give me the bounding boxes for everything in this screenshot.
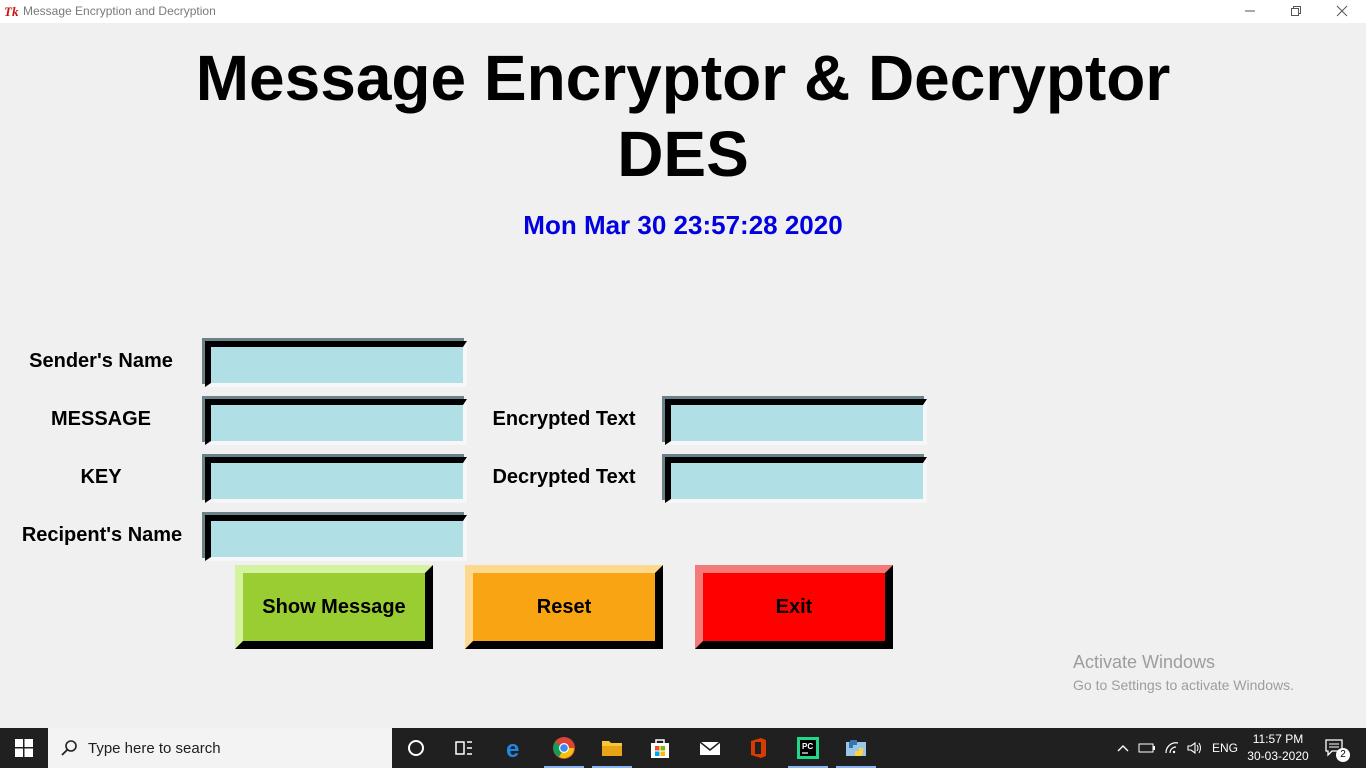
notification-center-button[interactable]: 2 — [1318, 728, 1366, 768]
volume-icon[interactable] — [1186, 741, 1204, 755]
cortana-button[interactable] — [392, 728, 440, 768]
show-message-button[interactable]: Show Message — [235, 565, 433, 649]
chevron-up-icon[interactable] — [1116, 743, 1130, 753]
office-button[interactable] — [734, 728, 782, 768]
tk-feather-icon: Tk — [4, 4, 19, 18]
file-explorer-icon — [602, 741, 622, 756]
encrypted-text-output[interactable] — [665, 399, 927, 445]
title-line-2: DES — [617, 118, 749, 190]
decrypted-text-output[interactable] — [665, 457, 927, 503]
sender-name-label: Sender's Name — [29, 350, 173, 372]
activate-windows-subtitle: Go to Settings to activate Windows. — [1073, 677, 1294, 693]
svg-text:e: e — [506, 736, 519, 760]
start-button[interactable] — [0, 728, 48, 768]
store-icon — [651, 739, 669, 758]
page-title: Message Encryptor & Decryptor DES — [0, 40, 1366, 192]
activate-windows-watermark: Activate Windows Go to Settings to activ… — [1073, 652, 1294, 693]
message-input[interactable] — [205, 399, 467, 445]
minimize-icon — [1245, 10, 1255, 12]
app-window: Tk Message Encryption and Decryption Mes… — [0, 0, 1366, 728]
python-icon — [846, 740, 866, 756]
svg-text:Tk: Tk — [4, 4, 19, 18]
key-label: KEY — [80, 466, 122, 488]
window-title: Message Encryption and Decryption — [23, 4, 216, 18]
chrome-icon — [553, 737, 575, 759]
search-placeholder: Type here to search — [88, 740, 221, 757]
store-button[interactable] — [636, 728, 684, 768]
restore-button[interactable] — [1273, 0, 1319, 23]
taskbar-search-box[interactable]: Type here to search — [48, 728, 392, 768]
python-button[interactable] — [832, 728, 880, 768]
recipient-name-label: Recipent's Name — [21, 524, 183, 546]
recipient-name-input[interactable] — [205, 515, 467, 561]
clock-tray[interactable]: 11:57 PM 30-03-2020 — [1246, 732, 1310, 766]
search-icon — [61, 740, 77, 756]
tray-time: 11:57 PM — [1252, 732, 1304, 746]
task-view-button[interactable] — [440, 728, 488, 768]
title-bar: Tk Message Encryption and Decryption — [0, 0, 1366, 23]
exit-button[interactable]: Exit — [695, 565, 893, 649]
cortana-icon — [408, 740, 424, 756]
mail-button[interactable] — [686, 728, 734, 768]
windows-logo-icon — [15, 739, 33, 757]
restore-icon — [1291, 6, 1301, 16]
title-line-1: Message Encryptor & Decryptor — [195, 42, 1171, 114]
svg-text:PC: PC — [802, 742, 813, 751]
edge-button[interactable]: e — [492, 728, 540, 768]
language-indicator[interactable]: ENG — [1212, 741, 1238, 755]
key-input[interactable] — [205, 457, 467, 503]
sender-name-input[interactable] — [205, 341, 467, 387]
message-label: MESSAGE — [50, 408, 152, 430]
notification-badge: 2 — [1336, 748, 1350, 762]
chrome-button[interactable] — [540, 728, 588, 768]
taskbar: Type here to search e PC ENG 11:57 PM 30… — [0, 728, 1366, 768]
activate-windows-title: Activate Windows — [1073, 652, 1216, 672]
decrypted-text-label: Decrypted Text — [492, 466, 636, 488]
tray-date: 30-03-2020 — [1247, 749, 1309, 763]
close-icon — [1336, 5, 1348, 17]
file-explorer-button[interactable] — [588, 728, 636, 768]
clock-display: Mon Mar 30 23:57:28 2020 — [523, 210, 843, 240]
reset-button[interactable]: Reset — [465, 565, 663, 649]
pycharm-button[interactable]: PC — [784, 728, 832, 768]
mail-icon — [699, 741, 721, 755]
minimize-button[interactable] — [1227, 0, 1273, 23]
edge-icon: e — [506, 736, 519, 760]
pycharm-icon: PC — [797, 737, 819, 759]
battery-icon[interactable] — [1138, 742, 1156, 754]
encrypted-text-label: Encrypted Text — [492, 408, 636, 430]
wifi-icon[interactable] — [1164, 741, 1180, 755]
office-icon — [751, 738, 766, 758]
task-view-icon — [455, 741, 472, 755]
close-button[interactable] — [1319, 0, 1365, 23]
